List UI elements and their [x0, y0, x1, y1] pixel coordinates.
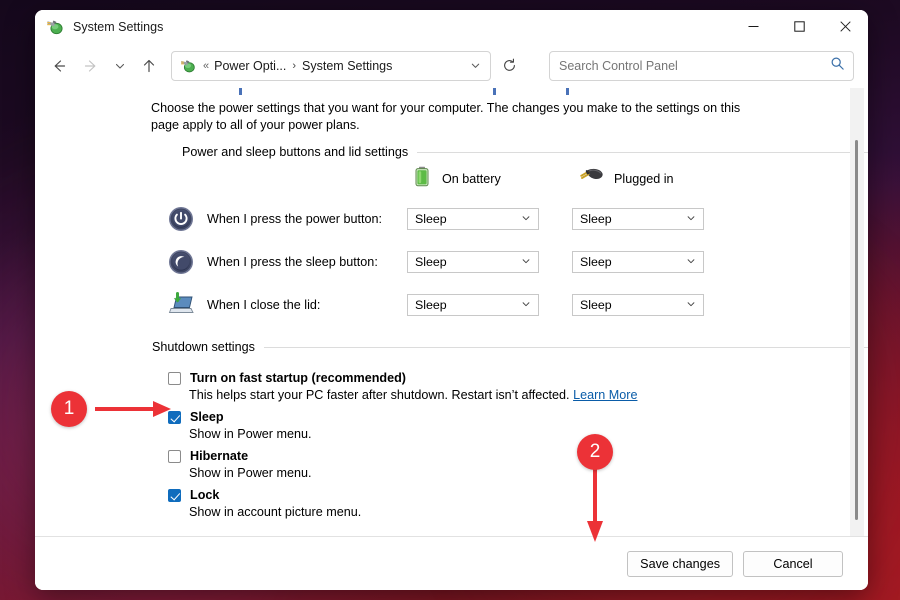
- section-power-sleep-lid: Power and sleep buttons and lid settings: [182, 145, 868, 159]
- save-changes-button[interactable]: Save changes: [627, 550, 733, 577]
- close-lid-battery-select[interactable]: Sleep: [407, 294, 539, 316]
- power-options-icon: [46, 18, 64, 36]
- maximize-button[interactable]: [776, 10, 822, 43]
- hibernate-checkbox[interactable]: [168, 450, 181, 463]
- column-on-battery: On battery: [413, 166, 501, 191]
- forward-arrow-icon[interactable]: [75, 51, 107, 81]
- annotation-badge-1: 1: [51, 391, 87, 427]
- section-power-sleep-lid-label: Power and sleep buttons and lid settings: [182, 145, 409, 159]
- lock-description: Show in account picture menu.: [189, 505, 362, 519]
- window-controls: [730, 10, 868, 43]
- window-title: System Settings: [73, 19, 164, 34]
- chevron-down-icon: [686, 213, 699, 225]
- annotation-badge-2: 2: [577, 434, 613, 470]
- close-lid-icon: [168, 292, 194, 318]
- row-close-lid: When I close the lid: Sleep Sleep: [168, 287, 868, 323]
- chevron-down-icon: [521, 256, 534, 268]
- power-button-plugged-value: Sleep: [580, 212, 612, 226]
- row-power-button-label: When I press the power button:: [207, 212, 383, 226]
- option-lock[interactable]: Lock Show in account picture menu.: [168, 487, 361, 520]
- clipped-header-row: [35, 88, 868, 98]
- chevron-down-icon: [521, 213, 534, 225]
- power-button-battery-value: Sleep: [415, 212, 447, 226]
- system-settings-window: System Settings « Power Opti... › System…: [35, 10, 868, 590]
- search-icon[interactable]: [830, 56, 845, 76]
- close-lid-plugged-value: Sleep: [580, 298, 612, 312]
- hibernate-label: Hibernate: [190, 449, 249, 463]
- address-bar[interactable]: « Power Opti... › System Settings: [171, 50, 491, 81]
- section-rule: [263, 346, 868, 348]
- power-button-plugged-select[interactable]: Sleep: [572, 208, 704, 230]
- close-lid-battery-value: Sleep: [415, 298, 447, 312]
- section-rule: [417, 151, 868, 153]
- fast-startup-label: Turn on fast startup (recommended): [190, 371, 406, 385]
- breadcrumb-overflow-chevrons[interactable]: «: [203, 60, 209, 72]
- content-area: Choose the power settings that you want …: [35, 88, 868, 536]
- row-sleep-button: When I press the sleep button: Sleep Sle…: [168, 244, 868, 280]
- close-lid-plugged-select[interactable]: Sleep: [572, 294, 704, 316]
- up-arrow-icon[interactable]: [133, 51, 165, 81]
- desktop-background: System Settings « Power Opti... › System…: [0, 0, 900, 600]
- chevron-down-icon: [521, 299, 534, 311]
- title-bar: System Settings: [35, 10, 868, 43]
- address-dropdown-chevron-down-icon[interactable]: [464, 53, 486, 79]
- dialog-footer: Save changes Cancel: [35, 536, 868, 590]
- sleep-button-plugged-value: Sleep: [580, 255, 612, 269]
- scrollbar-thumb[interactable]: [855, 140, 858, 520]
- refresh-icon[interactable]: [494, 51, 524, 81]
- fast-startup-description-text: This helps start your PC faster after sh…: [189, 388, 570, 402]
- clipped-tick-2: [493, 88, 496, 95]
- row-power-button: When I press the power button: Sleep Sle…: [168, 201, 868, 237]
- column-plugged-in-label: Plugged in: [614, 171, 674, 186]
- section-shutdown-label: Shutdown settings: [152, 340, 255, 354]
- section-shutdown-settings: Shutdown settings: [152, 340, 868, 354]
- sleep-checkbox[interactable]: [168, 411, 181, 424]
- clipped-tick-3: [566, 88, 569, 95]
- back-arrow-icon[interactable]: [43, 51, 75, 81]
- recent-locations-chevron-down-icon[interactable]: [107, 51, 133, 81]
- sleep-button-battery-select[interactable]: Sleep: [407, 251, 539, 273]
- lock-label: Lock: [190, 488, 220, 502]
- column-plugged-in: Plugged in: [578, 166, 674, 191]
- hibernate-description: Show in Power menu.: [189, 466, 312, 480]
- navigation-toolbar: « Power Opti... › System Settings: [35, 43, 868, 88]
- chevron-down-icon: [686, 299, 699, 311]
- power-plug-icon: [578, 166, 604, 191]
- option-fast-startup[interactable]: Turn on fast startup (recommended) This …: [168, 370, 637, 403]
- sleep-label: Sleep: [190, 410, 224, 424]
- breadcrumb-segment-power-options[interactable]: Power Opti...: [214, 59, 286, 73]
- sleep-description: Show in Power menu.: [189, 427, 312, 441]
- chevron-down-icon: [686, 256, 699, 268]
- address-power-options-icon: [180, 58, 196, 74]
- clipped-tick-1: [239, 88, 242, 95]
- row-close-lid-label: When I close the lid:: [207, 298, 321, 312]
- settings-panel: Choose the power settings that you want …: [35, 88, 868, 536]
- vertical-scrollbar[interactable]: [850, 88, 864, 536]
- sleep-button-icon: [168, 249, 194, 275]
- power-button-icon: [168, 206, 194, 232]
- learn-more-link[interactable]: Learn More: [573, 388, 637, 402]
- close-button[interactable]: [822, 10, 868, 43]
- fast-startup-description: This helps start your PC faster after sh…: [189, 387, 637, 403]
- column-on-battery-label: On battery: [442, 171, 501, 186]
- sleep-button-battery-value: Sleep: [415, 255, 447, 269]
- lock-checkbox[interactable]: [168, 489, 181, 502]
- cancel-button[interactable]: Cancel: [743, 550, 843, 577]
- breadcrumb-segment-system-settings[interactable]: System Settings: [302, 59, 392, 73]
- row-sleep-button-label: When I press the sleep button:: [207, 255, 378, 269]
- column-headers: On battery Plugged in: [35, 166, 868, 192]
- option-sleep[interactable]: Sleep Show in Power menu.: [168, 409, 312, 442]
- option-hibernate[interactable]: Hibernate Show in Power menu.: [168, 448, 312, 481]
- fast-startup-checkbox[interactable]: [168, 372, 181, 385]
- breadcrumb-separator: ›: [292, 59, 297, 72]
- sleep-button-plugged-select[interactable]: Sleep: [572, 251, 704, 273]
- battery-icon: [413, 166, 432, 191]
- intro-text: Choose the power settings that you want …: [151, 101, 741, 132]
- search-control-panel-box[interactable]: [549, 50, 854, 81]
- minimize-button[interactable]: [730, 10, 776, 43]
- power-button-battery-select[interactable]: Sleep: [407, 208, 539, 230]
- search-input[interactable]: [559, 58, 830, 73]
